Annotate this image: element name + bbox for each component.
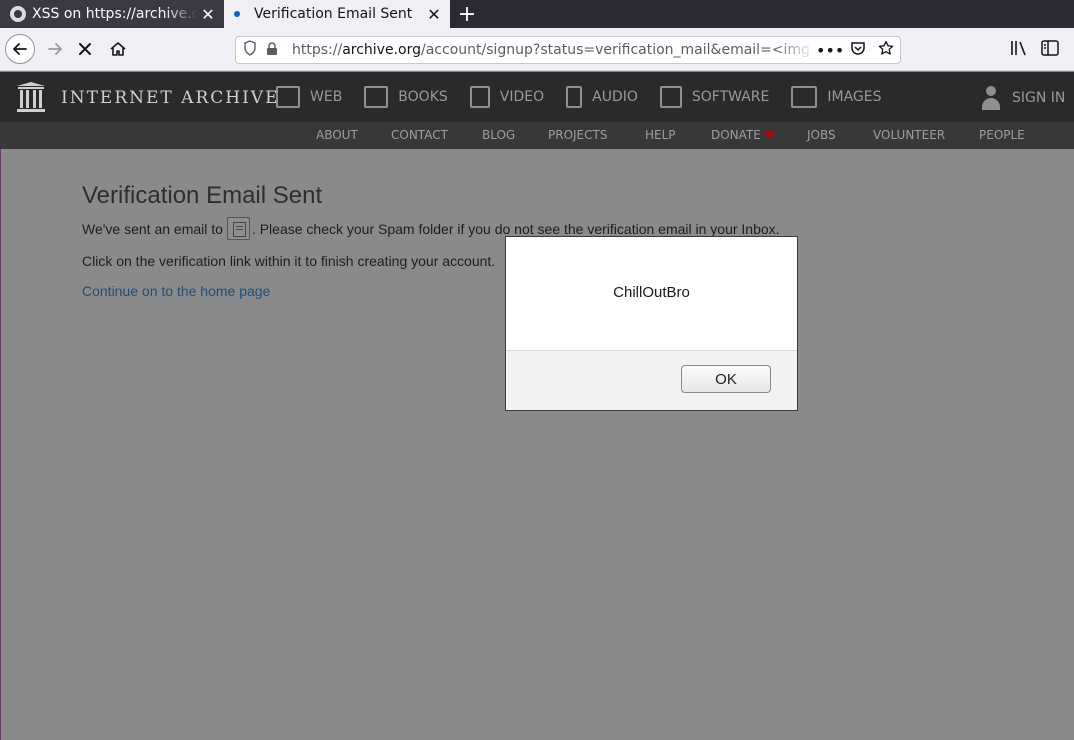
nav-label: WEB [310, 89, 343, 105]
nav-video[interactable]: VIDEO [469, 86, 545, 108]
video-icon [469, 86, 490, 108]
subnav-contact[interactable]: CONTACT [391, 128, 448, 142]
page-title: Verification Email Sent [82, 182, 323, 209]
home-icon[interactable] [103, 34, 133, 64]
sign-in-link[interactable]: SIGN IN [982, 86, 1065, 110]
more-icon[interactable]: ••• [816, 41, 844, 60]
tab-verification[interactable]: Verification Email Sent ✕ [224, 0, 450, 28]
nav-label: SOFTWARE [691, 89, 770, 105]
site-subnav: ABOUT CONTACT BLOG PROJECTS HELP DONATE … [0, 122, 1074, 149]
nav-label: AUDIO [592, 89, 638, 105]
subnav-jobs[interactable]: JOBS [807, 128, 836, 142]
home-page-link[interactable]: Continue on to the home page [82, 283, 270, 299]
navigation-toolbar: https://archive.org/account/signup?statu… [0, 28, 1074, 71]
subnav-projects[interactable]: PROJECTS [548, 128, 607, 142]
site-header: INTERNET ARCHIVE WEB BOOKS VIDEO AUDIO S… [0, 72, 1074, 122]
window-edge [0, 149, 1, 740]
stop-icon[interactable] [70, 34, 100, 64]
nav-books[interactable]: BOOKS [364, 86, 448, 108]
back-icon[interactable] [5, 34, 35, 64]
ok-button[interactable]: OK [681, 365, 771, 393]
nav-audio[interactable]: AUDIO [566, 86, 638, 108]
nav-label: BOOKS [398, 89, 448, 105]
sidebar-icon[interactable] [1041, 40, 1059, 60]
url-host: archive.org [342, 42, 421, 58]
web-icon [276, 86, 300, 108]
subnav-people[interactable]: PEOPLE [979, 128, 1025, 142]
broken-image-icon [226, 217, 250, 240]
lock-icon[interactable] [262, 41, 282, 59]
loading-dot-icon [234, 11, 240, 17]
alert-message: ChillOutBro [613, 284, 690, 301]
close-tab-icon[interactable]: ✕ [424, 5, 444, 24]
audio-icon [566, 86, 583, 108]
url-text[interactable]: https://archive.org/account/signup?statu… [282, 42, 816, 58]
sign-in-label: SIGN IN [1012, 90, 1066, 106]
url-scheme: https:// [292, 42, 343, 58]
library-icon[interactable] [1010, 40, 1028, 60]
alert-footer: OK [506, 350, 797, 410]
new-tab-button[interactable]: + [450, 0, 484, 28]
images-icon [791, 86, 818, 108]
user-icon [982, 86, 1000, 110]
nav-images[interactable]: IMAGES [791, 86, 882, 108]
tab-xss-github[interactable]: XSS on https://archive.org ✕ [0, 0, 224, 28]
media-nav: WEB BOOKS VIDEO AUDIO SOFTWARE IMAGES [276, 72, 904, 122]
subnav-help[interactable]: HELP [645, 128, 676, 142]
pocket-icon[interactable] [844, 41, 872, 60]
bookmark-star-icon[interactable] [872, 40, 900, 60]
url-bar[interactable]: https://archive.org/account/signup?statu… [235, 36, 901, 64]
alert-dialog: ChillOutBro OK [505, 236, 798, 411]
tab-title: Verification Email Sent [254, 6, 413, 22]
heart-icon: ♥ [764, 129, 775, 142]
nav-label: VIDEO [499, 89, 545, 105]
nav-label: IMAGES [827, 89, 882, 105]
close-tab-icon[interactable]: ✕ [198, 5, 218, 24]
tab-strip: XSS on https://archive.org ✕ Verificatio… [0, 0, 1074, 28]
subnav-donate[interactable]: DONATE ♥ [711, 128, 775, 142]
sent-message-end: . Please check your Spam folder if you d… [251, 220, 780, 237]
url-path: /account/signup?status=verification_mail… [421, 42, 810, 58]
site-wordmark[interactable]: INTERNET ARCHIVE [61, 88, 279, 108]
software-icon [659, 86, 682, 108]
donate-label: DONATE [711, 128, 761, 142]
nav-software[interactable]: SOFTWARE [659, 86, 770, 108]
shield-icon[interactable] [238, 40, 262, 60]
tab-title: XSS on https://archive.org [32, 6, 198, 22]
instruction-text: Click on the verification link within it… [82, 253, 496, 269]
archive-logo-icon[interactable] [15, 81, 47, 113]
github-icon [10, 6, 26, 22]
forward-icon[interactable] [40, 34, 70, 64]
sent-message-start: We've sent an email to [82, 220, 223, 237]
nav-web[interactable]: WEB [276, 86, 342, 108]
subnav-about[interactable]: ABOUT [316, 128, 358, 142]
subnav-volunteer[interactable]: VOLUNTEER [873, 128, 945, 142]
subnav-blog[interactable]: BLOG [482, 128, 515, 142]
books-icon [364, 86, 389, 108]
